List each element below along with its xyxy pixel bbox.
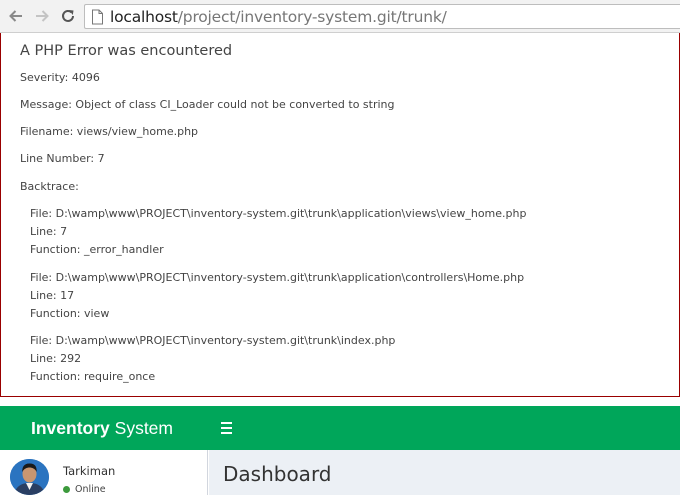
- user-status: Online: [75, 484, 106, 495]
- user-photo: [10, 459, 49, 495]
- backtrace-entry: File: D:\wamp\www\PROJECT\inventory-syst…: [30, 332, 395, 386]
- error-message: Message: Object of class CI_Loader could…: [20, 98, 395, 111]
- error-severity: Severity: 4096: [20, 71, 100, 84]
- page-title: Dashboard: [223, 462, 332, 486]
- sidebar: Tarkiman Online: [0, 450, 208, 495]
- backtrace-file: File: D:\wamp\www\PROJECT\inventory-syst…: [30, 207, 527, 220]
- hamburger-menu-icon: [220, 422, 236, 434]
- error-filename: Filename: views/view_home.php: [20, 125, 199, 138]
- backtrace-function: Function: view: [30, 307, 110, 320]
- url-path: /project/inventory-system.git/trunk/: [177, 8, 447, 26]
- url-host: localhost: [110, 8, 178, 26]
- php-error-box: A PHP Error was encountered Severity: 40…: [0, 33, 680, 397]
- backtrace-entry: File: D:\wamp\www\PROJECT\inventory-syst…: [30, 205, 526, 259]
- online-status-icon: [63, 486, 70, 493]
- back-arrow-icon: [9, 10, 22, 22]
- brand-logo[interactable]: Inventory System: [31, 418, 173, 439]
- backtrace-function: Function: require_once: [30, 370, 156, 383]
- backtrace-line: Line: 17: [30, 289, 75, 302]
- backtrace-file: File: D:\wamp\www\PROJECT\inventory-syst…: [30, 271, 525, 284]
- brand-rest: System: [109, 418, 173, 438]
- backtrace-file: File: D:\wamp\www\PROJECT\inventory-syst…: [30, 334, 396, 347]
- app-header: Inventory System: [0, 406, 680, 450]
- page-icon: [92, 9, 103, 25]
- backtrace-function: Function: _error_handler: [30, 243, 164, 256]
- user-name: Tarkiman: [63, 464, 116, 478]
- error-title: A PHP Error was encountered: [20, 43, 233, 59]
- backtrace-line: Line: 7: [30, 225, 68, 238]
- avatar: [10, 459, 49, 495]
- forward-arrow-icon: [36, 10, 49, 22]
- content-area: Dashboard: [209, 450, 680, 495]
- backtrace-label: Backtrace:: [20, 180, 79, 193]
- back-button[interactable]: [6, 5, 26, 27]
- error-line-number: Line Number: 7: [20, 152, 105, 165]
- forward-button[interactable]: [32, 5, 52, 27]
- reload-icon: [62, 9, 74, 22]
- browser-toolbar: localhost/project/inventory-system.git/t…: [0, 0, 680, 33]
- reload-button[interactable]: [58, 5, 78, 27]
- url-text: localhost/project/inventory-system.git/t…: [110, 8, 447, 26]
- backtrace-line: Line: 292: [30, 352, 82, 365]
- backtrace-entry: File: D:\wamp\www\PROJECT\inventory-syst…: [30, 269, 524, 323]
- sidebar-toggle-button[interactable]: [220, 419, 236, 437]
- address-bar[interactable]: localhost/project/inventory-system.git/t…: [84, 4, 680, 29]
- brand-bold: Inventory: [31, 418, 110, 438]
